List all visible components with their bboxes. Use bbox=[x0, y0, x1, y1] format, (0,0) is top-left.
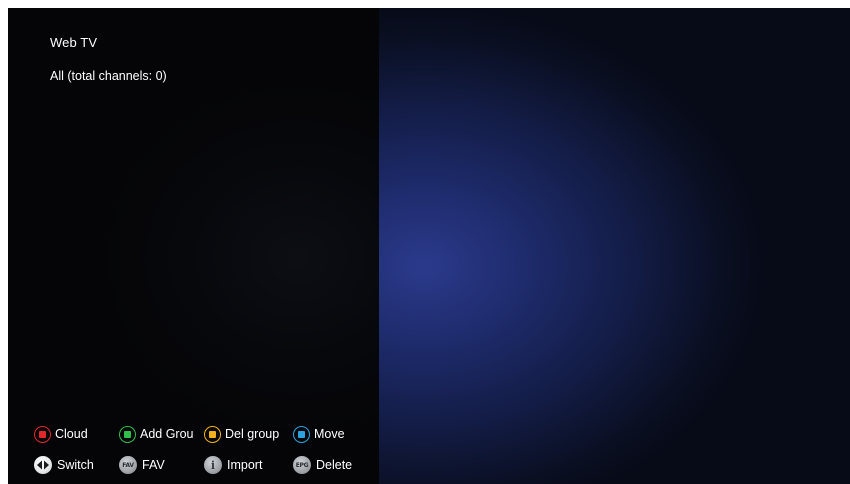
channel-group-label: All (total channels: 0) bbox=[50, 69, 167, 83]
info-button-glyph: i bbox=[210, 458, 216, 472]
fav-button-glyph: FAV bbox=[122, 461, 134, 469]
left-right-arrows-icon bbox=[34, 456, 52, 474]
move-label: Move bbox=[314, 427, 345, 441]
color-key-hints: Cloud Add Grou Del group Move bbox=[8, 423, 379, 445]
fav-button-icon: FAV bbox=[119, 456, 137, 474]
cloud-hint[interactable]: Cloud bbox=[34, 423, 88, 445]
move-hint[interactable]: Move bbox=[293, 423, 345, 445]
video-preview-area bbox=[379, 8, 850, 484]
switch-hint[interactable]: Switch bbox=[34, 454, 94, 476]
green-button-icon bbox=[119, 425, 136, 443]
info-button-icon: i bbox=[204, 456, 222, 474]
delete-label: Delete bbox=[316, 458, 353, 472]
import-hint[interactable]: i Import bbox=[204, 454, 262, 476]
epg-button-glyph: EPG bbox=[295, 461, 309, 469]
yellow-button-icon bbox=[204, 425, 221, 443]
fav-label: FAV bbox=[142, 458, 165, 472]
del-group-label: Del group bbox=[225, 427, 280, 441]
del-group-hint[interactable]: Del group bbox=[204, 423, 279, 445]
import-label: Import bbox=[227, 458, 263, 472]
epg-button-icon: EPG bbox=[293, 456, 311, 474]
tv-screen: Web TV All (total channels: 0) Cloud Add… bbox=[8, 8, 850, 484]
red-button-icon bbox=[34, 425, 51, 443]
delete-hint[interactable]: EPG Delete bbox=[293, 454, 352, 476]
fav-hint[interactable]: FAV FAV bbox=[119, 454, 165, 476]
function-key-hints: Switch FAV FAV i Import EPG Delete bbox=[8, 454, 379, 476]
cloud-label: Cloud bbox=[55, 427, 88, 441]
add-group-label: Add Grou bbox=[140, 427, 194, 441]
channel-list-panel: Web TV All (total channels: 0) Cloud Add… bbox=[8, 8, 379, 484]
add-group-hint[interactable]: Add Grou bbox=[119, 423, 194, 445]
blue-button-icon bbox=[293, 425, 310, 443]
switch-label: Switch bbox=[57, 458, 94, 472]
page-title: Web TV bbox=[50, 35, 98, 50]
